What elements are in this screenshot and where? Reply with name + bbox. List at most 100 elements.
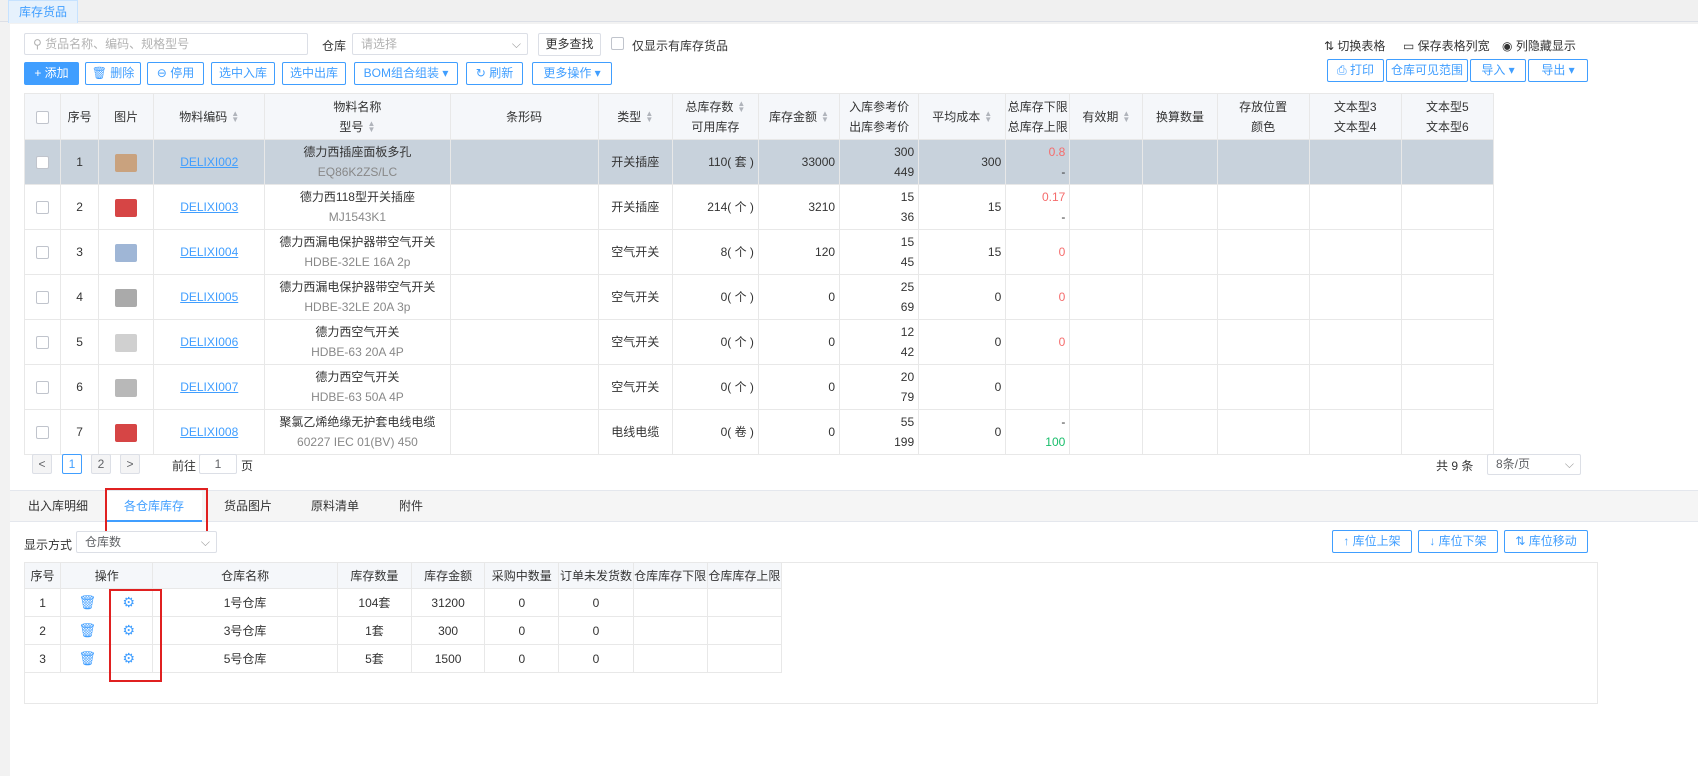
- table-row[interactable]: 4 DELIXI005 德力西漏电保护器带空气开关 HDBE-32LE 20A 3p 空…: [23, 274, 1495, 320]
- tab-bom[interactable]: 原料清单: [300, 491, 370, 522]
- prev-page-button[interactable]: <: [32, 454, 52, 474]
- product-thumbnail[interactable]: [115, 378, 138, 397]
- more-search-button[interactable]: 更多查找: [538, 33, 601, 56]
- row-checkbox-cell[interactable]: [23, 274, 62, 320]
- sort-icon[interactable]: ▲ ▼: [737, 100, 745, 114]
- col-type[interactable]: 类型 ▲ ▼: [597, 93, 673, 140]
- select-all-checkbox[interactable]: [36, 110, 50, 124]
- row-checkbox[interactable]: [36, 381, 50, 395]
- product-code-link[interactable]: DELIXI004: [180, 245, 238, 259]
- sort-icon[interactable]: ▲ ▼: [231, 110, 239, 124]
- col-amount[interactable]: 库存金额 ▲ ▼: [757, 93, 841, 140]
- tab-attachments[interactable]: 附件: [388, 491, 434, 522]
- display-mode-select[interactable]: 仓库数 ⌵: [76, 531, 217, 553]
- row-checkbox-cell[interactable]: [23, 409, 62, 455]
- product-thumbnail[interactable]: [115, 423, 138, 442]
- row-code-cell[interactable]: DELIXI005: [153, 274, 266, 320]
- row-code-cell[interactable]: DELIXI003: [153, 184, 266, 230]
- row-checkbox-cell[interactable]: [23, 364, 62, 410]
- table-row[interactable]: 5 DELIXI006 德力西空气开关 HDBE-63 20A 4P 空气开关 0( 个 …: [23, 319, 1495, 365]
- row-image-cell[interactable]: [98, 364, 155, 410]
- row-image-cell[interactable]: [98, 229, 155, 275]
- hidden-columns-link[interactable]: ◉ 列隐藏显示: [1502, 37, 1576, 54]
- page-1-button[interactable]: 1: [62, 454, 82, 474]
- product-thumbnail[interactable]: [115, 198, 138, 217]
- row-checkbox[interactable]: [36, 156, 50, 170]
- row-checkbox[interactable]: [36, 336, 50, 350]
- product-code-link[interactable]: DELIXI002: [180, 155, 238, 169]
- row-checkbox-cell[interactable]: [23, 319, 62, 365]
- row-code-cell[interactable]: DELIXI002: [153, 139, 266, 185]
- col-avg-cost[interactable]: 平均成本 ▲ ▼: [918, 93, 1007, 140]
- page-2-button[interactable]: 2: [91, 454, 111, 474]
- shelf-up-button[interactable]: ↑ 库位上架: [1332, 530, 1412, 553]
- row-checkbox[interactable]: [36, 201, 50, 215]
- selected-out-button[interactable]: 选中出库: [282, 62, 346, 85]
- row-image-cell[interactable]: [98, 409, 155, 455]
- product-thumbnail[interactable]: [115, 333, 138, 352]
- col-code[interactable]: 物料编码 ▲ ▼: [153, 93, 266, 140]
- col-stock[interactable]: 总库存数 ▲ ▼ 可用库存: [671, 93, 759, 140]
- search-input[interactable]: ⚲ 货品名称、编码、规格型号: [24, 33, 308, 55]
- sort-icon[interactable]: ▲ ▼: [821, 110, 829, 124]
- delete-button[interactable]: 🗑 删除: [85, 62, 141, 85]
- row-image-cell[interactable]: [98, 274, 155, 320]
- col-expiry[interactable]: 有效期 ▲ ▼: [1069, 93, 1144, 140]
- save-widths-link[interactable]: ▭ 保存表格列宽: [1403, 37, 1490, 54]
- page-size-select[interactable]: 8条/页 ⌵: [1487, 454, 1581, 475]
- trash-icon[interactable]: 🗑: [79, 650, 97, 666]
- shelf-down-button[interactable]: ↓ 库位下架: [1418, 530, 1498, 553]
- tab-images[interactable]: 货品图片: [214, 491, 282, 522]
- row-image-cell[interactable]: [98, 139, 155, 185]
- shelf-move-button[interactable]: ⇅ 库位移动: [1504, 530, 1588, 553]
- refresh-button[interactable]: ↻ 刷新: [466, 62, 523, 85]
- trash-icon[interactable]: 🗑: [79, 622, 97, 638]
- product-thumbnail[interactable]: [115, 153, 138, 172]
- product-code-link[interactable]: DELIXI003: [180, 200, 238, 214]
- select-all-cell[interactable]: [23, 93, 62, 140]
- col-price[interactable]: 入库参考价 出库参考价: [839, 93, 920, 140]
- product-code-link[interactable]: DELIXI006: [180, 335, 238, 349]
- product-code-link[interactable]: DELIXI008: [180, 425, 238, 439]
- row-checkbox-cell[interactable]: [23, 229, 62, 275]
- row-checkbox[interactable]: [36, 246, 50, 260]
- product-thumbnail[interactable]: [115, 243, 138, 262]
- row-image-cell[interactable]: [98, 184, 155, 230]
- sort-icon[interactable]: ▲ ▼: [645, 110, 653, 124]
- visible-range-button[interactable]: 仓库可见范围: [1386, 59, 1468, 82]
- sort-icon[interactable]: ▲ ▼: [984, 110, 992, 124]
- row-checkbox-cell[interactable]: [23, 184, 62, 230]
- goto-page-input[interactable]: 1: [199, 454, 237, 474]
- next-page-button[interactable]: >: [120, 454, 140, 474]
- selected-in-button[interactable]: 选中入库: [211, 62, 275, 85]
- row-code-cell[interactable]: DELIXI008: [153, 409, 266, 455]
- only-stock-checkbox[interactable]: [611, 37, 624, 50]
- sort-icon[interactable]: ▲ ▼: [1122, 110, 1130, 124]
- row-checkbox[interactable]: [36, 291, 50, 305]
- table-row[interactable]: 2 DELIXI003 德力西118型开关插座 MJ1543K1 开关插座 214( 个 …: [23, 184, 1495, 230]
- table-row[interactable]: 1 DELIXI002 德力西插座面板多孔 EQ86K2ZS/LC 开关插座 110( 套…: [23, 139, 1495, 185]
- add-button[interactable]: + 添加: [24, 62, 79, 85]
- page-tab-inventory[interactable]: 库存货品: [8, 0, 79, 23]
- row-code-cell[interactable]: DELIXI007: [153, 364, 266, 410]
- table-row[interactable]: 3 DELIXI004 德力西漏电保护器带空气开关 HDBE-32LE 16A 2p 空…: [23, 229, 1495, 275]
- row-checkbox[interactable]: [36, 426, 50, 440]
- print-button[interactable]: ⎙ 打印: [1327, 59, 1384, 82]
- table-row[interactable]: 7 DELIXI008 聚氯乙烯绝缘无护套电线电缆 60227 IEC 01(BV) …: [23, 409, 1495, 455]
- table-row[interactable]: 6 DELIXI007 德力西空气开关 HDBE-63 50A 4P 空气开关 0( 个 …: [23, 364, 1495, 410]
- import-dropdown-button[interactable]: 导入 ▾: [1470, 59, 1526, 82]
- product-thumbnail[interactable]: [115, 288, 138, 307]
- product-code-link[interactable]: DELIXI005: [180, 290, 238, 304]
- disable-button[interactable]: ⊖ 停用: [147, 62, 204, 85]
- product-code-link[interactable]: DELIXI007: [180, 380, 238, 394]
- bom-dropdown-button[interactable]: BOM组合组装 ▾: [354, 62, 458, 85]
- col-name[interactable]: 物料名称 型号 ▲ ▼: [264, 93, 451, 140]
- row-checkbox-cell[interactable]: [23, 139, 62, 185]
- row-code-cell[interactable]: DELIXI004: [153, 229, 266, 275]
- sort-icon[interactable]: ▲ ▼: [367, 120, 375, 134]
- more-ops-dropdown-button[interactable]: 更多操作 ▾: [532, 62, 612, 85]
- tab-io-detail[interactable]: 出入库明细: [20, 491, 96, 522]
- export-dropdown-button[interactable]: 导出 ▾: [1528, 59, 1588, 82]
- row-image-cell[interactable]: [98, 319, 155, 365]
- trash-icon[interactable]: 🗑: [79, 594, 97, 610]
